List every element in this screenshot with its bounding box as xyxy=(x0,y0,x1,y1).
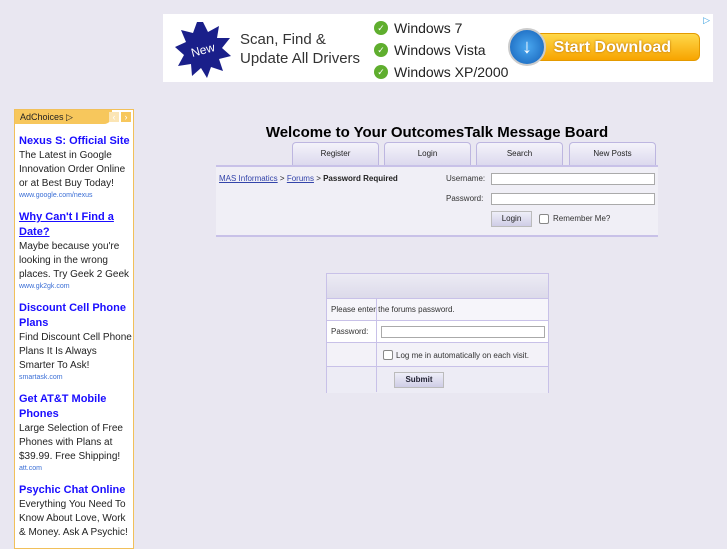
ad-item[interactable]: Discount Cell Phone Plans Find Discount C… xyxy=(19,301,133,383)
prev-arrow-icon[interactable]: ‹ xyxy=(109,112,119,122)
new-star-icon: New xyxy=(175,22,231,78)
form-header xyxy=(327,274,548,298)
ad-url[interactable]: smartask.com xyxy=(19,373,133,383)
username-input[interactable] xyxy=(491,173,655,185)
next-arrow-icon[interactable]: › xyxy=(121,112,131,122)
banner-headline: Scan, Find & Update All Drivers xyxy=(240,31,361,67)
ad-desc: The Latest in Google Innovation Order On… xyxy=(19,150,126,189)
ad-item[interactable]: Nexus S: Official Site The Latest in Goog… xyxy=(19,134,133,201)
tab-search[interactable]: Search xyxy=(476,142,563,165)
forum-password-form: Please enter the forums password. Passwo… xyxy=(326,273,549,393)
driver-ad-banner[interactable]: New Scan, Find & Update All Drivers ✓ Wind… xyxy=(163,14,713,82)
navbar-panel: MAS Informatics > Forums > Password Requ… xyxy=(216,165,658,237)
prompt-text: Please enter the forums password. xyxy=(331,305,455,314)
ad-title-link[interactable]: Discount Cell Phone Plans xyxy=(19,301,133,331)
remember-me-label: Remember Me? xyxy=(553,214,611,223)
forum-password-input[interactable] xyxy=(381,326,545,338)
auto-login-label: Log me in automatically on each visit. xyxy=(396,351,529,360)
tab-login[interactable]: Login xyxy=(384,142,471,165)
ad-desc: Everything You Need To Know About Love, … xyxy=(19,499,128,538)
ad-title-link[interactable]: Psychic Chat Online xyxy=(19,483,133,498)
download-arrow-icon: ↓ xyxy=(508,28,546,66)
ad-title-link[interactable]: Get AT&T Mobile Phones xyxy=(19,392,133,422)
ad-desc: Large Selection of Free Phones with Plan… xyxy=(19,423,123,462)
password-input[interactable] xyxy=(491,193,655,205)
forum-password-label: Password: xyxy=(331,327,369,336)
login-button[interactable]: Login xyxy=(491,211,532,227)
ad-item[interactable]: Psychic Chat Online Everything You Need T… xyxy=(19,483,133,540)
prompt-row: Please enter the forums password. xyxy=(327,298,548,321)
ad-desc: Find Discount Cell Phone Plans It Is Alw… xyxy=(19,332,132,371)
breadcrumb: MAS Informatics > Forums > Password Requ… xyxy=(219,174,398,183)
breadcrumb-current: Password Required xyxy=(323,174,398,183)
ad-item[interactable]: Get AT&T Mobile Phones Large Selection of… xyxy=(19,392,133,474)
password-label: Password: xyxy=(446,194,484,203)
ad-url[interactable]: www.gk2gk.com xyxy=(19,282,133,292)
ad-title-link[interactable]: Why Can't I Find a Date? xyxy=(19,210,133,240)
auto-login-checkbox[interactable] xyxy=(383,350,393,360)
breadcrumb-home-link[interactable]: MAS Informatics xyxy=(219,174,278,183)
ad-title-link[interactable]: Nexus S: Official Site xyxy=(19,134,133,149)
ad-sidebar: AdChoices ▷ ‹ › Nexus S: Official Site Th… xyxy=(14,109,134,549)
os-list: ✓ Windows 7 ✓ Windows Vista ✓ Windows XP/20… xyxy=(374,17,508,83)
check-icon: ✓ xyxy=(374,21,388,35)
submit-button[interactable]: Submit xyxy=(394,372,444,388)
remember-me-checkbox[interactable] xyxy=(539,214,549,224)
tab-new-posts[interactable]: New Posts xyxy=(569,142,656,165)
ad-desc: Maybe because you're looking in the wron… xyxy=(19,241,130,280)
column-divider xyxy=(376,298,377,392)
adchoices-label[interactable]: AdChoices ▷ xyxy=(15,110,112,124)
username-label: Username: xyxy=(446,174,486,183)
tab-register[interactable]: Register xyxy=(292,142,379,165)
adchoices-icon[interactable]: ▷ xyxy=(703,15,710,26)
breadcrumb-forums-link[interactable]: Forums xyxy=(287,174,314,183)
ad-item[interactable]: Why Can't I Find a Date? Maybe because yo… xyxy=(19,210,133,292)
check-icon: ✓ xyxy=(374,65,388,79)
page-title: Welcome to Your OutcomesTalk Message Boa… xyxy=(265,124,609,141)
breadcrumb-sep: > xyxy=(279,174,285,183)
check-icon: ✓ xyxy=(374,43,388,57)
ad-url[interactable]: att.com xyxy=(19,464,133,474)
start-download-button[interactable]: Start Download ↓ xyxy=(508,28,703,66)
ad-url[interactable]: www.google.com/nexus xyxy=(19,191,133,201)
breadcrumb-sep: > xyxy=(316,174,321,183)
